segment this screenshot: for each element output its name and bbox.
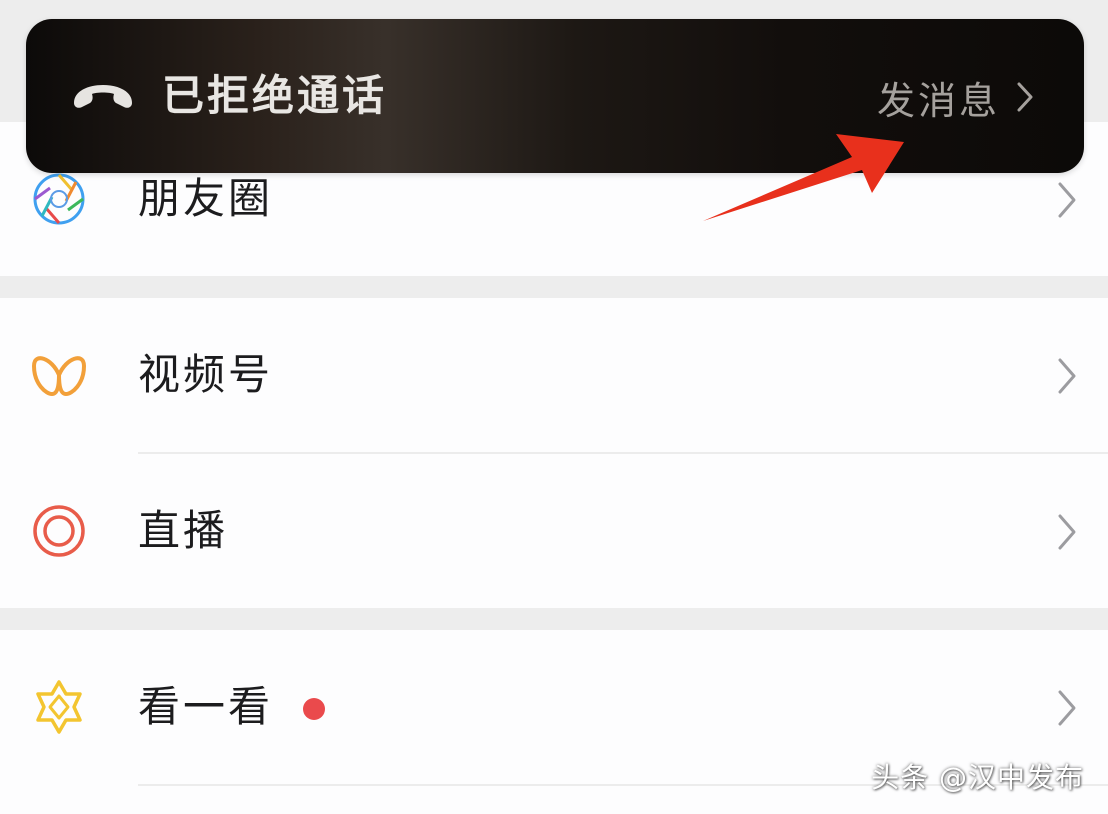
call-declined-banner: 已拒绝通话 发消息	[26, 19, 1084, 173]
menu-item-label: 看一看	[138, 682, 274, 731]
banner-title: 已拒绝通话	[162, 71, 388, 120]
menu-item-live[interactable]: 直播	[0, 454, 1108, 608]
menu-item-label: 视频号	[138, 350, 274, 399]
menu-section-channels: 视频号 直播	[0, 298, 1108, 608]
new-content-badge	[303, 698, 325, 720]
chevron-right-icon	[1017, 82, 1033, 112]
moments-aperture-icon	[33, 173, 85, 225]
chevron-right-icon	[1058, 514, 1076, 550]
chevron-right-icon	[1058, 358, 1076, 394]
live-icon	[33, 505, 85, 557]
send-message-label: 发消息	[876, 78, 1000, 123]
chevron-right-icon	[1058, 690, 1076, 726]
menu-item-label: 直播	[138, 506, 229, 555]
menu-item-channels[interactable]: 视频号	[0, 298, 1108, 452]
chevron-right-icon	[1058, 182, 1076, 218]
phone-hangup-icon	[74, 85, 132, 108]
send-message-button[interactable]: 发消息	[877, 67, 1036, 127]
menu-item-label: 朋友圈	[138, 174, 274, 223]
watermark: 头条 @汉中发布	[871, 761, 1084, 794]
channels-icon	[32, 356, 86, 396]
top-stories-icon	[36, 680, 82, 734]
